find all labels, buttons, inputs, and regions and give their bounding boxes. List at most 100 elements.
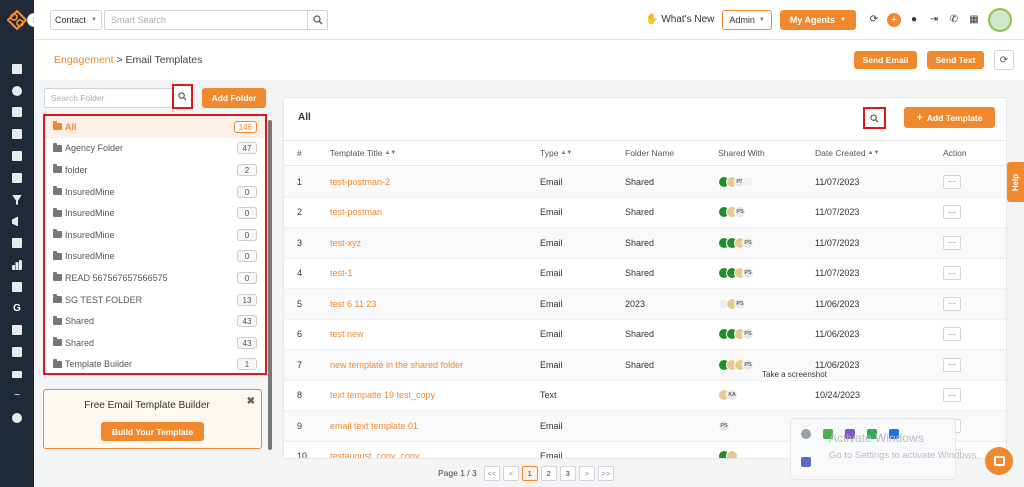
nav-signature-icon[interactable]: ~ [0,385,34,407]
column-header-date[interactable]: Date Created ▲▼ [815,141,879,165]
date-created: 11/07/2023 [815,207,860,218]
folder-item[interactable]: SG TEST FOLDER 13 [45,289,265,311]
logout-icon[interactable]: ⇥ [926,12,942,28]
nav-chart-icon[interactable] [0,254,34,276]
folder-item[interactable]: Shared 43 [45,332,265,354]
folder-item[interactable]: Agency Folder 47 [45,138,265,160]
nav-google-icon[interactable]: G [0,298,34,320]
template-title-link[interactable]: text tempalte 19 test_copy [330,381,435,411]
phone-icon[interactable]: ✆ [946,12,962,28]
nav-dashboard-icon[interactable] [0,58,34,80]
more-options-button[interactable]: ··· [943,296,961,311]
help-tab[interactable]: Help [1007,162,1024,202]
add-template-button[interactable]: + Add Template [904,107,995,128]
page-button-1[interactable]: 1 [521,465,538,481]
shared-user-avatar[interactable] [726,450,738,458]
template-title-link[interactable]: test new [330,320,364,350]
folder-item[interactable]: InsuredMine 0 [45,181,265,203]
user-avatar[interactable] [988,7,1012,32]
role-select[interactable]: Admin ▼ [722,9,772,30]
shared-user-avatar[interactable]: PS [718,419,730,432]
template-title-link[interactable]: new template in the shared folder [330,350,463,380]
nav-reports-icon[interactable] [0,232,34,254]
nav-folder-icon[interactable] [0,276,34,298]
nav-funnel-icon[interactable] [0,189,34,211]
shared-user-avatar[interactable] [742,175,754,188]
more-options-button[interactable]: ··· [943,388,961,403]
more-options-button[interactable]: ··· [943,357,961,372]
first-page-button[interactable]: << [483,465,500,481]
template-title-link[interactable]: email text template 01 [330,411,418,441]
template-type: Email [540,176,563,187]
chat-button[interactable] [985,447,1013,475]
shared-user-avatar[interactable]: PS [742,236,754,249]
more-options-button[interactable]: ··· [943,266,961,281]
nav-billing-icon[interactable] [0,407,34,429]
next-page-button[interactable]: > [578,465,595,481]
template-title-link[interactable]: test-postman-2 [330,167,390,197]
more-options-button[interactable]: ··· [943,235,961,250]
template-title-link[interactable]: testaugust_copy_copy [330,442,420,458]
last-page-button[interactable]: >> [597,465,614,481]
folder-item[interactable]: InsuredMine 0 [45,246,265,268]
folder-item[interactable]: Template Builder 1 [45,354,265,376]
more-options-button[interactable]: ··· [943,327,961,342]
sync-icon[interactable]: ⟳ [866,12,882,28]
template-title-link[interactable]: test-xyz [330,228,361,258]
shared-user-avatar[interactable]: PS [742,267,754,280]
breadcrumb-engagement[interactable]: Engagement [54,54,114,66]
folder-item[interactable]: folder 2 [45,159,265,181]
folder-search-button[interactable] [172,84,193,109]
folder-name: InsuredMine [65,208,115,219]
teams-icon[interactable] [801,457,811,467]
my-agents-button[interactable]: My Agents ▼ [779,9,856,30]
nav-schedule-icon[interactable] [0,341,34,363]
cloud-icon[interactable] [801,429,811,439]
folder-search-input[interactable]: Search Folder [44,88,192,108]
refresh-button[interactable]: ⟳ [994,50,1014,70]
nav-documents-icon[interactable] [0,102,34,124]
column-header-title[interactable]: Template Title ▲▼ [330,141,396,165]
template-title-link[interactable]: test-1 [330,259,353,289]
nav-calendar-icon[interactable] [0,145,34,167]
smart-search-button[interactable] [308,9,328,30]
folder-item[interactable]: Shared 43 [45,310,265,332]
more-options-button[interactable]: ··· [943,205,961,220]
nav-bank-icon[interactable] [0,123,34,145]
whats-new-link[interactable]: ✋ What's New [646,14,715,25]
shared-user-avatar[interactable]: PS [734,297,746,310]
template-search-button[interactable] [863,107,886,129]
close-icon[interactable]: ✖ [247,396,255,407]
template-title-link[interactable]: test 6 11 23 [330,289,376,319]
shared-user-avatar[interactable]: KA [726,389,738,402]
shared-user-avatar[interactable]: PS [742,328,754,341]
send-email-button[interactable]: Send Email [854,51,917,69]
prev-page-button[interactable]: < [502,465,519,481]
template-folder: Shared [625,207,655,218]
template-title-link[interactable]: test-postman [330,198,382,228]
smart-search-input[interactable]: Smart Search [104,9,308,30]
folder-item[interactable]: All 146 [45,116,265,138]
folder-item[interactable]: InsuredMine 0 [45,224,265,246]
page-button-3[interactable]: 3 [559,465,576,481]
shared-user-avatar[interactable]: PS [734,206,746,219]
build-template-button[interactable]: Build Your Template [101,422,204,441]
shared-user-avatar[interactable]: PS [742,358,754,371]
nav-template-icon[interactable] [0,320,34,342]
nav-mail-icon[interactable] [0,363,34,385]
calculator-icon[interactable]: ▦ [966,12,982,28]
bell-icon[interactable]: ● [906,12,922,28]
more-options-button[interactable]: ··· [943,174,961,189]
folder-item[interactable]: InsuredMine 0 [45,202,265,224]
nav-profile-icon[interactable] [0,167,34,189]
folder-item[interactable]: READ 567567657566575 0 [45,267,265,289]
search-scope-select[interactable]: Contact ▼ [50,9,102,30]
quick-add-button[interactable]: + [886,12,902,28]
folder-list-scrollbar[interactable] [268,120,272,450]
nav-contacts-icon[interactable] [0,80,34,102]
page-button-2[interactable]: 2 [540,465,557,481]
add-folder-button[interactable]: Add Folder [202,88,266,108]
column-header-type[interactable]: Type ▲▼ [540,141,572,165]
send-text-button[interactable]: Send Text [927,51,984,69]
nav-megaphone-icon[interactable] [0,211,34,233]
